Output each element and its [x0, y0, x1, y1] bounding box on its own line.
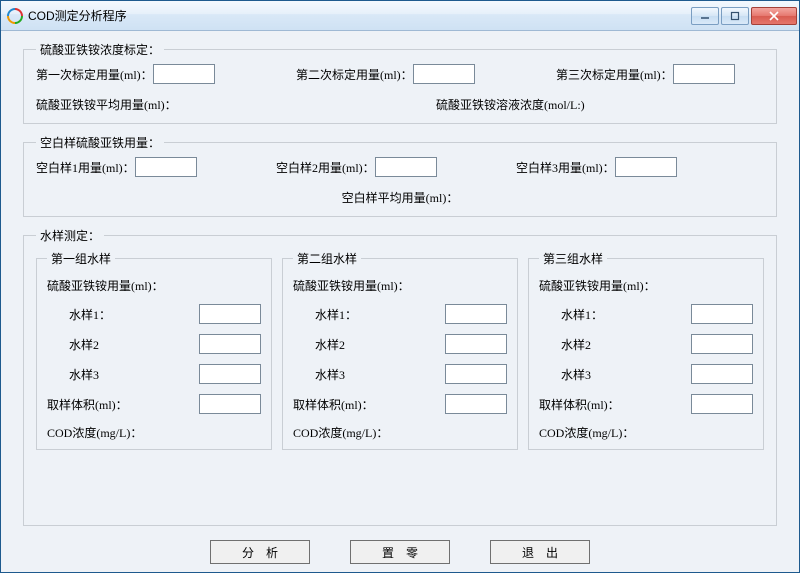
blank2-label: 空白样2用量(ml)：: [276, 159, 375, 176]
minimize-button[interactable]: [691, 7, 719, 25]
g1-s3-input[interactable]: [199, 364, 261, 384]
window-title: COD测定分析程序: [28, 7, 691, 24]
g2-s2-input[interactable]: [445, 334, 507, 354]
titlebar[interactable]: COD测定分析程序: [1, 1, 799, 31]
sample-group-2: 第二组水样 硫酸亚铁铵用量(ml)： 水样1： 水样2 水样3 取样体积(ml)…: [282, 250, 518, 450]
g3-s2-input[interactable]: [691, 334, 753, 354]
g3-vol-label: 取样体积(ml)：: [539, 396, 691, 413]
g1-vol-label: 取样体积(ml)：: [47, 396, 199, 413]
g1-s1-label: 水样1：: [69, 306, 199, 323]
g3-s1-input[interactable]: [691, 304, 753, 324]
blank3-input[interactable]: [615, 157, 677, 177]
calibration-group: 硫酸亚铁铵浓度标定： 第一次标定用量(ml)： 第二次标定用量(ml)： 第三次…: [23, 41, 777, 124]
sample-group-3: 第三组水样 硫酸亚铁铵用量(ml)： 水样1： 水样2 水样3 取样体积(ml)…: [528, 250, 764, 450]
cal-avg-label: 硫酸亚铁铵平均用量(ml)：: [36, 96, 177, 113]
blank1-label: 空白样1用量(ml)：: [36, 159, 135, 176]
cal-first-label: 第一次标定用量(ml)：: [36, 66, 153, 83]
g3-s1-label: 水样1：: [561, 306, 691, 323]
g2-s3-input[interactable]: [445, 364, 507, 384]
g2-usage-label: 硫酸亚铁铵用量(ml)：: [293, 277, 507, 294]
app-icon: [7, 8, 23, 24]
app-window: COD测定分析程序 硫酸亚铁铵浓度标定： 第一次标定用量(ml)：: [0, 0, 800, 573]
maximize-button[interactable]: [721, 7, 749, 25]
sample-group-2-legend: 第二组水样: [293, 250, 361, 267]
blank-avg-label: 空白样平均用量(ml)：: [342, 189, 459, 206]
g2-vol-input[interactable]: [445, 394, 507, 414]
g1-s2-label: 水样2: [69, 336, 199, 353]
reset-button[interactable]: 置零: [350, 540, 450, 564]
blank-group: 空白样硫酸亚铁用量： 空白样1用量(ml)： 空白样2用量(ml)： 空白样3用…: [23, 134, 777, 217]
g3-usage-label: 硫酸亚铁铵用量(ml)：: [539, 277, 753, 294]
g2-s1-label: 水样1：: [315, 306, 445, 323]
g1-s2-input[interactable]: [199, 334, 261, 354]
g2-cod-label: COD浓度(mg/L)：: [293, 424, 507, 441]
cal-second-label: 第二次标定用量(ml)：: [296, 66, 413, 83]
g2-s1-input[interactable]: [445, 304, 507, 324]
window-controls: [691, 7, 797, 25]
g1-s3-label: 水样3: [69, 366, 199, 383]
samples-group: 水样测定： 第一组水样 硫酸亚铁铵用量(ml)： 水样1： 水样2 水样3 取样…: [23, 227, 777, 526]
close-button[interactable]: [751, 7, 797, 25]
samples-legend: 水样测定：: [36, 227, 104, 244]
g3-vol-input[interactable]: [691, 394, 753, 414]
g1-s1-input[interactable]: [199, 304, 261, 324]
g1-vol-input[interactable]: [199, 394, 261, 414]
analyze-button[interactable]: 分析: [210, 540, 310, 564]
sample-group-3-legend: 第三组水样: [539, 250, 607, 267]
g3-s2-label: 水样2: [561, 336, 691, 353]
blank1-input[interactable]: [135, 157, 197, 177]
g3-s3-label: 水样3: [561, 366, 691, 383]
g2-vol-label: 取样体积(ml)：: [293, 396, 445, 413]
g2-s3-label: 水样3: [315, 366, 445, 383]
g1-cod-label: COD浓度(mg/L)：: [47, 424, 261, 441]
cal-conc-label: 硫酸亚铁铵溶液浓度(mol/L:): [436, 96, 585, 113]
cal-second-input[interactable]: [413, 64, 475, 84]
cal-third-input[interactable]: [673, 64, 735, 84]
g1-usage-label: 硫酸亚铁铵用量(ml)：: [47, 277, 261, 294]
exit-button[interactable]: 退出: [490, 540, 590, 564]
calibration-legend: 硫酸亚铁铵浓度标定：: [36, 41, 164, 58]
blank2-input[interactable]: [375, 157, 437, 177]
cal-third-label: 第三次标定用量(ml)：: [556, 66, 673, 83]
sample-group-1: 第一组水样 硫酸亚铁铵用量(ml)： 水样1： 水样2 水样3 取样体积(ml)…: [36, 250, 272, 450]
footer-buttons: 分析 置零 退出: [23, 540, 777, 564]
g3-cod-label: COD浓度(mg/L)：: [539, 424, 753, 441]
client-area: 硫酸亚铁铵浓度标定： 第一次标定用量(ml)： 第二次标定用量(ml)： 第三次…: [1, 31, 799, 572]
g2-s2-label: 水样2: [315, 336, 445, 353]
sample-group-1-legend: 第一组水样: [47, 250, 115, 267]
blank-legend: 空白样硫酸亚铁用量：: [36, 134, 164, 151]
g3-s3-input[interactable]: [691, 364, 753, 384]
cal-first-input[interactable]: [153, 64, 215, 84]
blank3-label: 空白样3用量(ml)：: [516, 159, 615, 176]
